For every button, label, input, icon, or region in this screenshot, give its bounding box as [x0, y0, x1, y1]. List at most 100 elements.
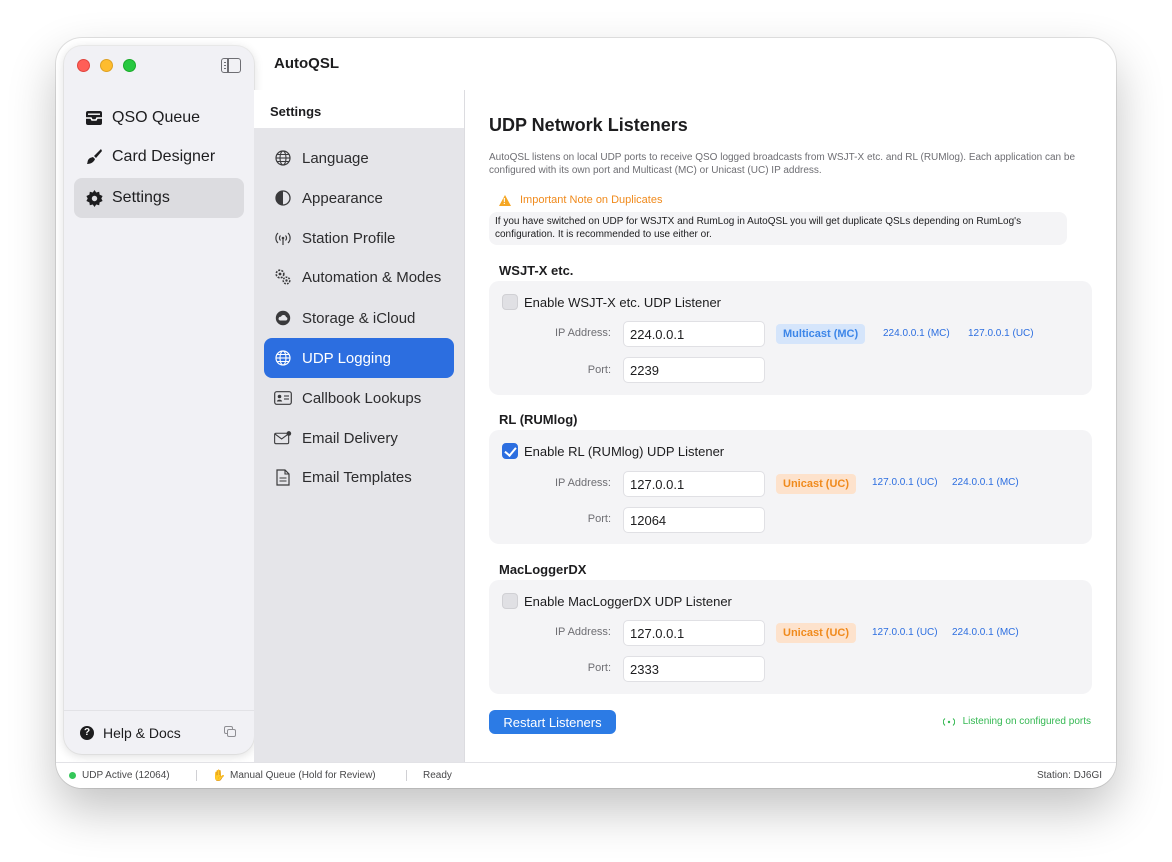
question-mark-icon: ?	[80, 725, 94, 740]
setting-item-label: Callbook Lookups	[302, 389, 422, 407]
setting-item-appearance[interactable]: Appearance	[264, 178, 454, 218]
rumlog-port-input[interactable]	[623, 507, 765, 533]
duplicates-note-body: If you have switched on UDP for WSJTX an…	[489, 212, 1067, 245]
network-icon	[274, 349, 292, 367]
settings-header-label: Settings	[270, 104, 322, 119]
sidebar-item-label: QSO Queue	[112, 109, 201, 126]
macloggerdx-enable-checkbox[interactable]	[502, 593, 518, 609]
setting-item-label: UDP Logging	[302, 349, 391, 367]
rumlog-enable-row: Enable RL (RUMlog) UDP Listener	[502, 443, 724, 459]
help-docs-link[interactable]: Help & Docs	[103, 725, 181, 741]
queue-mode-status: Manual Queue (Hold for Review)	[230, 770, 376, 781]
preset-link[interactable]: 127.0.0.1 (UC)	[872, 477, 938, 488]
setting-item-label: Email Templates	[302, 468, 412, 486]
wsjtx-ip-input[interactable]	[623, 321, 765, 347]
note-title-text: Important Note on Duplicates	[520, 194, 663, 206]
preset-link[interactable]: 224.0.0.1 (MC)	[952, 477, 1019, 488]
mode-badge: Unicast (UC)	[776, 474, 857, 494]
antenna-icon	[942, 717, 955, 727]
udp-status: UDP Active (12064)	[82, 770, 170, 781]
hand-icon: ✋	[212, 770, 226, 782]
contrast-icon	[274, 189, 292, 207]
setting-item-automation-modes[interactable]: Automation & Modes	[264, 257, 454, 297]
warning-icon	[499, 194, 511, 206]
checkbox-label: Enable RL (RUMlog) UDP Listener	[524, 443, 725, 459]
document-icon	[274, 468, 292, 486]
setting-item-callbook-lookups[interactable]: Callbook Lookups	[264, 378, 454, 418]
setting-item-label: Station Profile	[302, 229, 396, 247]
antenna-icon	[274, 229, 292, 247]
port-label: Port:	[587, 662, 611, 674]
setting-item-label: Automation & Modes	[302, 268, 442, 286]
settings-list: Language Appearance Station Profile Auto…	[254, 128, 464, 762]
macloggerdx-card: Enable MacLoggerDX UDP Listener IP Addre…	[489, 580, 1092, 694]
port-label: Port:	[587, 364, 611, 376]
page-title: UDP Network Listeners	[489, 115, 688, 135]
sidebar-item-label: Settings	[112, 189, 170, 206]
setting-item-email-templates[interactable]: Email Templates	[264, 457, 454, 497]
setting-item-storage-icloud[interactable]: Storage & iCloud	[264, 298, 454, 338]
mode-badge: Multicast (MC)	[776, 324, 866, 344]
preset-link[interactable]: 127.0.0.1 (UC)	[968, 328, 1034, 339]
brush-icon	[84, 147, 104, 167]
setting-item-language[interactable]: Language	[264, 138, 454, 178]
sidebar-item-label: Card Designer	[112, 148, 216, 165]
duplicates-note-title: Important Note on Duplicates	[499, 194, 662, 206]
close-window-button[interactable]	[77, 59, 90, 72]
preset-link[interactable]: 224.0.0.1 (MC)	[952, 627, 1019, 638]
checkbox-label: Enable WSJT-X etc. UDP Listener	[524, 294, 722, 310]
wsjtx-enable-checkbox[interactable]	[502, 294, 518, 310]
wsjtx-port-input[interactable]	[623, 357, 765, 383]
port-label: Port:	[587, 513, 611, 525]
app-window: QSO Queue Card Designer Settings ? Help …	[56, 38, 1116, 788]
macloggerdx-port-input[interactable]	[623, 656, 765, 682]
ready-status: Ready	[423, 770, 452, 781]
station-callsign: Station: DJ6GI	[1036, 770, 1102, 781]
wsjtx-card: Enable WSJT-X etc. UDP Listener IP Addre…	[489, 281, 1092, 395]
preset-link[interactable]: 127.0.0.1 (UC)	[872, 627, 938, 638]
setting-item-station-profile[interactable]: Station Profile	[264, 218, 454, 258]
rumlog-enable-checkbox[interactable]	[502, 443, 518, 459]
maximize-window-button[interactable]	[123, 59, 136, 72]
listening-text: Listening on configured ports	[962, 716, 1091, 727]
tray-icon	[84, 108, 104, 128]
sidebar-item-card-designer[interactable]: Card Designer	[74, 137, 244, 177]
setting-item-label: Storage & iCloud	[302, 309, 416, 327]
windows-icon[interactable]	[224, 726, 236, 737]
preset-link[interactable]: 224.0.0.1 (MC)	[883, 328, 950, 339]
ip-address-label: IP Address:	[554, 327, 611, 339]
status-bar: UDP Active (12064) ✋ Manual Queue (Hold …	[56, 762, 1116, 788]
sidebar: QSO Queue Card Designer Settings ? Help …	[64, 46, 254, 754]
macloggerdx-ip-input[interactable]	[623, 620, 765, 646]
rumlog-ip-input[interactable]	[623, 471, 765, 497]
globe-icon	[274, 149, 292, 167]
gear-icon	[84, 188, 104, 208]
restart-listeners-button[interactable]: Restart Listeners	[489, 710, 616, 734]
sidebar-toggle-icon[interactable]	[221, 58, 241, 73]
gears-icon	[274, 268, 292, 286]
ip-address-label: IP Address:	[554, 477, 611, 489]
setting-item-label: Email Delivery	[302, 429, 398, 447]
listening-status: Listening on configured ports	[942, 716, 1091, 727]
rumlog-card: Enable RL (RUMlog) UDP Listener IP Addre…	[489, 430, 1092, 544]
macloggerdx-enable-row: Enable MacLoggerDX UDP Listener	[502, 593, 732, 609]
setting-item-udp-logging[interactable]: UDP Logging	[264, 338, 454, 378]
status-divider	[406, 770, 407, 781]
cloud-icon	[274, 309, 292, 327]
envelope-icon	[274, 429, 292, 447]
ip-address-label: IP Address:	[554, 626, 611, 638]
status-divider	[196, 770, 197, 781]
sidebar-item-settings[interactable]: Settings	[74, 178, 244, 218]
section-title-macloggerdx: MacLoggerDX	[499, 562, 587, 577]
status-dot-icon	[69, 772, 76, 779]
setting-item-label: Language	[302, 149, 369, 167]
section-title-wsjtx: WSJT-X etc.	[499, 263, 574, 278]
setting-item-email-delivery[interactable]: Email Delivery	[264, 418, 454, 458]
minimize-window-button[interactable]	[100, 59, 113, 72]
checkbox-label: Enable MacLoggerDX UDP Listener	[524, 593, 732, 609]
mode-badge: Unicast (UC)	[776, 623, 857, 643]
section-title-rumlog: RL (RUMlog)	[499, 412, 578, 427]
setting-item-label: Appearance	[302, 189, 383, 207]
id-card-icon	[274, 389, 292, 407]
sidebar-item-qso-queue[interactable]: QSO Queue	[74, 98, 244, 138]
